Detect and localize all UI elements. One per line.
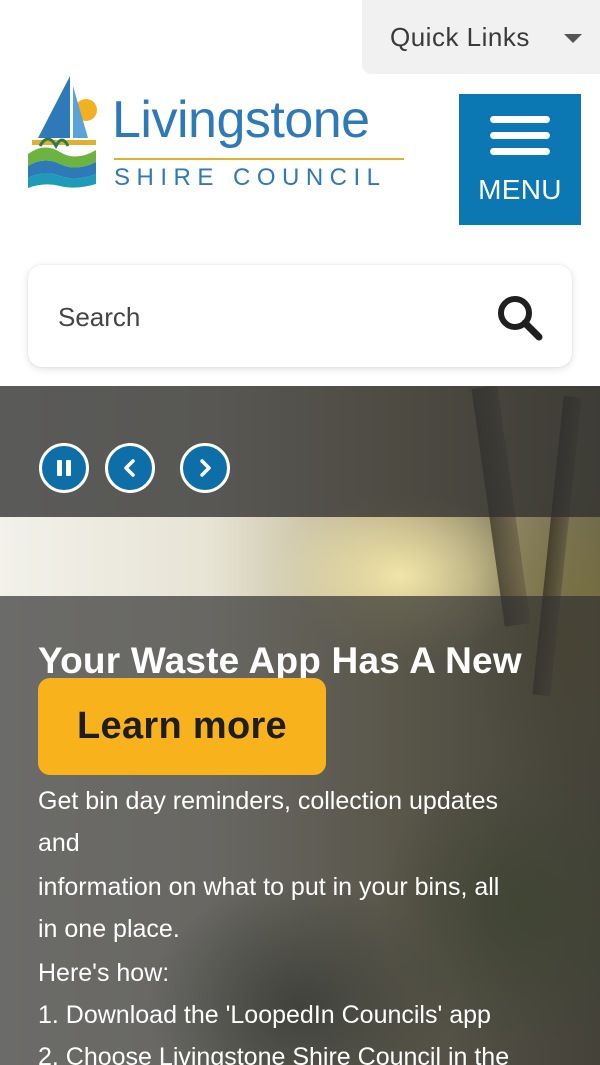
council-logo[interactable]: Livingstone SHIRE COUNCIL bbox=[26, 72, 416, 197]
page: Quick Links Livingstone SHIRE COUNCIL ME… bbox=[0, 0, 600, 1065]
hamburger-icon bbox=[490, 116, 550, 123]
carousel-controls bbox=[0, 386, 600, 517]
chevron-right-icon bbox=[200, 459, 211, 477]
quick-links-label: Quick Links bbox=[390, 21, 530, 52]
search-icon[interactable] bbox=[494, 292, 544, 342]
logo-name: Livingstone bbox=[112, 91, 370, 149]
menu-button[interactable]: MENU bbox=[459, 94, 581, 225]
hamburger-icon bbox=[490, 148, 550, 155]
slide-body-line: and bbox=[38, 829, 80, 857]
slide-title: Your Waste App Has A New bbox=[38, 640, 522, 681]
slide-body-line: Get bin day reminders, collection update… bbox=[38, 787, 498, 815]
logo-mark-icon bbox=[28, 76, 97, 188]
slide-body: Get bin day reminders, collection update… bbox=[38, 780, 578, 1065]
slide-body-line: in one place. bbox=[38, 915, 180, 943]
logo-divider bbox=[114, 158, 404, 160]
logo-subtitle: SHIRE COUNCIL bbox=[114, 164, 387, 191]
slide-body-line: information on what to put in your bins,… bbox=[38, 873, 500, 901]
slide-body-line: 1. Download the 'LoopedIn Councils' app bbox=[38, 1001, 491, 1029]
slide-body-line: 2. Choose Livingstone Shire Council in t… bbox=[38, 1043, 510, 1065]
hero-carousel: Your Waste App Has A New Learn more Get … bbox=[0, 386, 600, 1065]
carousel-pause-button[interactable] bbox=[39, 443, 89, 493]
caret-down-icon bbox=[564, 34, 582, 43]
chevron-left-icon bbox=[124, 459, 135, 477]
search-box bbox=[28, 265, 572, 367]
learn-more-button[interactable]: Learn more bbox=[38, 678, 326, 775]
carousel-prev-button[interactable] bbox=[105, 443, 155, 493]
carousel-next-button[interactable] bbox=[180, 443, 230, 493]
menu-label: MENU bbox=[478, 174, 562, 205]
hamburger-icon bbox=[490, 132, 550, 139]
search-input[interactable] bbox=[56, 295, 490, 339]
pause-icon bbox=[57, 460, 71, 476]
quick-links-dropdown[interactable]: Quick Links bbox=[362, 0, 600, 74]
slide-body-line: Here's how: bbox=[38, 959, 170, 987]
